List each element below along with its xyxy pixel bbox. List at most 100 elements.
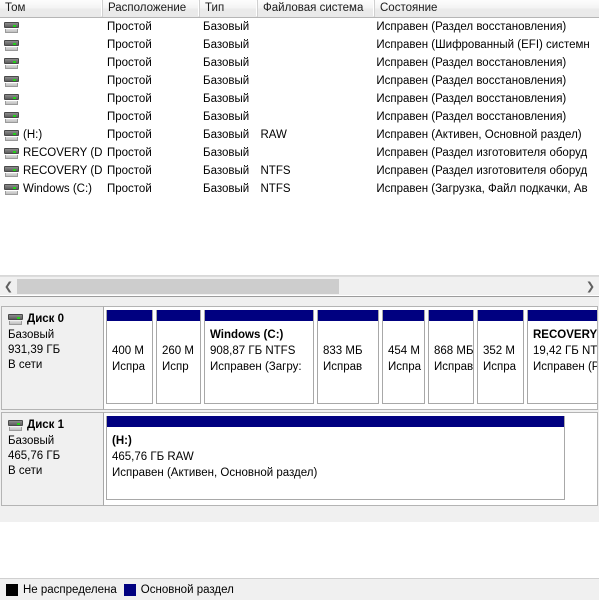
cell-volume: RECOVERY (D:) xyxy=(0,144,102,162)
partition-label: RECOVERY xyxy=(533,329,598,341)
scrollbar-track[interactable] xyxy=(17,277,582,295)
partition-color-bar xyxy=(383,310,424,321)
cell-type: Базовый xyxy=(203,39,250,51)
partition-color-bar xyxy=(107,310,152,321)
column-header-status[interactable]: Состояние xyxy=(375,0,599,17)
partition-color-bar xyxy=(205,310,313,321)
cell-file-system: NTFS xyxy=(260,183,291,195)
cell-file-system xyxy=(255,90,371,108)
legend-color-swatch xyxy=(123,583,136,596)
cell-status: Исправен (Раздел восстановления) xyxy=(376,57,567,69)
drive-icon xyxy=(4,57,19,69)
scrollbar-thumb[interactable] xyxy=(17,278,339,294)
table-row[interactable]: Простой Базовый Исправен (Раздел восстанов… xyxy=(0,108,599,126)
cell-type: Базовый xyxy=(203,165,250,177)
disk-title: Диск 1 xyxy=(8,418,103,433)
volume-label: RECOVERY (D:) xyxy=(23,165,102,177)
partition-block[interactable]: 260 М Испр xyxy=(156,310,201,404)
partition-block[interactable]: 833 МБ Исправ xyxy=(317,310,379,404)
volume-list-header-row: Том Расположение Тип Файловая система Со… xyxy=(0,0,599,18)
disk-name: Диск 0 xyxy=(27,313,65,325)
partition-size: 400 М xyxy=(112,345,144,357)
disk-name: Диск 1 xyxy=(27,419,65,431)
disk-type: Базовый xyxy=(8,329,55,341)
partition-color-bar xyxy=(107,416,564,427)
cell-file-system xyxy=(255,144,371,162)
disk-type: Базовый xyxy=(8,435,55,447)
legend-label: Не распределена xyxy=(23,583,117,596)
partition-color-bar xyxy=(429,310,473,321)
partition-block[interactable]: (H:) 465,76 ГБ RAW Исправен (Активен, Осно… xyxy=(106,416,565,500)
volume-label: RECOVERY (D:) xyxy=(23,147,102,159)
partition-label-empty xyxy=(483,327,523,343)
scroll-right-icon[interactable]: ❯ xyxy=(582,278,599,295)
disk-info-panel[interactable]: Диск 0 Базовый 931,39 ГБ В сети xyxy=(1,306,104,410)
table-row[interactable]: Простой Базовый Исправен (Раздел восстанов… xyxy=(0,72,599,90)
column-header-file-system[interactable]: Файловая система xyxy=(258,0,375,17)
partition-label: (H:) xyxy=(112,435,132,447)
partition-status: Исправен (Загру: xyxy=(210,361,302,373)
cell-volume xyxy=(0,72,102,90)
cell-status: Исправен (Раздел восстановления) xyxy=(376,93,567,105)
scroll-left-icon[interactable]: ❮ xyxy=(0,278,17,295)
partition-status: Исправ xyxy=(323,361,363,373)
table-row[interactable]: RECOVERY (D:) Простой Базовый NTFS Исправен … xyxy=(0,162,599,180)
volume-list-pane: Том Расположение Тип Файловая система Со… xyxy=(0,0,599,276)
volume-list-body: Простой Базовый Исправен (Раздел восстанов… xyxy=(0,18,599,275)
drive-icon xyxy=(8,314,23,325)
partition-block[interactable]: 868 МБ Исправ xyxy=(428,310,474,404)
column-header-volume[interactable]: Том xyxy=(0,0,103,17)
partition-status: Исправен (Р xyxy=(533,361,598,373)
cell-layout: Простой xyxy=(106,57,152,69)
partition-size: 908,87 ГБ NTFS xyxy=(210,345,296,357)
cell-file-system xyxy=(255,72,371,90)
partition-label: Windows (C:) xyxy=(210,329,284,341)
legend-item: Не распределена xyxy=(6,583,117,596)
table-row[interactable]: (H:) Простой Базовый RAW Исправен (Активен, … xyxy=(0,126,599,144)
cell-layout: Простой xyxy=(106,93,152,105)
cell-volume: RECOVERY (D:) xyxy=(0,162,102,180)
column-header-layout[interactable]: Расположение xyxy=(103,0,200,17)
partition-label-empty xyxy=(112,327,152,343)
disk-size: 465,76 ГБ xyxy=(8,450,61,462)
column-header-type[interactable]: Тип xyxy=(200,0,258,17)
partition-label-empty xyxy=(388,327,424,343)
partition-block[interactable]: RECOVERY 19,42 ГБ NTF Исправен (Р xyxy=(527,310,598,404)
cell-layout: Простой xyxy=(106,39,152,51)
cell-file-system: RAW xyxy=(260,129,287,141)
table-row[interactable]: Простой Базовый Исправен (Шифрованный (EFI… xyxy=(0,36,599,54)
table-row[interactable]: Простой Базовый Исправен (Раздел восстанов… xyxy=(0,18,599,36)
table-row[interactable]: Простой Базовый Исправен (Раздел восстанов… xyxy=(0,54,599,72)
partition-size: 19,42 ГБ NTF xyxy=(533,345,598,357)
table-row[interactable]: RECOVERY (D:) Простой Базовый Исправен (Раз… xyxy=(0,144,599,162)
disk-partition-map: (H:) 465,76 ГБ RAW Исправен (Активен, Осно… xyxy=(104,412,598,506)
cell-status: Исправен (Шифрованный (EFI) системн xyxy=(376,39,590,51)
cell-type: Базовый xyxy=(203,21,250,33)
volume-list-horizontal-scrollbar[interactable]: ❮ ❯ xyxy=(0,276,599,295)
partition-block[interactable]: 352 М Испра xyxy=(477,310,524,404)
cell-volume xyxy=(0,36,102,54)
disk-row: Диск 1 Базовый 465,76 ГБ В сети (H:) 465,76 Г… xyxy=(1,412,598,506)
cell-type: Базовый xyxy=(203,93,250,105)
cell-file-system xyxy=(255,18,371,36)
cell-volume: (H:) xyxy=(0,126,102,144)
cell-type: Базовый xyxy=(203,129,250,141)
table-row[interactable]: Простой Базовый Исправен (Раздел восстанов… xyxy=(0,90,599,108)
partition-status: Испра xyxy=(388,361,422,373)
partition-block[interactable]: 400 М Испра xyxy=(106,310,153,404)
partition-color-bar xyxy=(157,310,200,321)
table-row[interactable]: Windows (C:) Простой Базовый NTFS Исправен (… xyxy=(0,180,599,198)
partition-block[interactable]: 454 М Испра xyxy=(382,310,425,404)
drive-icon xyxy=(4,93,19,105)
disk-state: В сети xyxy=(8,359,43,371)
cell-volume xyxy=(0,108,102,126)
partition-color-bar xyxy=(318,310,378,321)
disk-info-panel[interactable]: Диск 1 Базовый 465,76 ГБ В сети xyxy=(1,412,104,506)
partition-block[interactable]: Windows (C:) 908,87 ГБ NTFS Исправен (Загр… xyxy=(204,310,314,404)
cell-file-system xyxy=(255,54,371,72)
drive-icon xyxy=(4,147,19,159)
drive-icon xyxy=(8,420,23,431)
legend-label: Основной раздел xyxy=(140,583,234,596)
cell-layout: Простой xyxy=(106,75,152,87)
drive-icon xyxy=(4,111,19,123)
